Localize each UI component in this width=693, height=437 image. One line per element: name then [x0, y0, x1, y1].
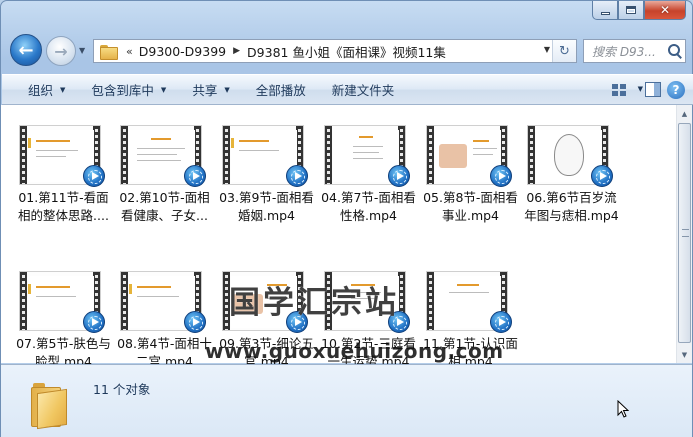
share-button[interactable]: 共享 ▼	[179, 75, 242, 104]
scrollbar-thumb[interactable]	[678, 123, 691, 343]
file-item[interactable]: 06.第6节百岁流 年图与痣相.mp4	[521, 125, 622, 245]
scroll-up-icon[interactable]: ▲	[677, 105, 692, 122]
details-pane: 11 个对象	[1, 364, 692, 437]
file-name: 05.第8节-面相看 事业.mp4	[423, 190, 518, 223]
play-all-label: 全部播放	[255, 83, 306, 98]
scroll-down-icon[interactable]: ▼	[677, 346, 692, 363]
chevron-down-icon: ▼	[160, 85, 167, 94]
search-icon[interactable]	[665, 41, 685, 61]
file-name: 06.第6节百岁流 年图与痣相.mp4	[524, 190, 619, 223]
organize-label: 组织	[28, 83, 54, 98]
media-player-icon	[490, 165, 512, 187]
media-player-icon	[286, 165, 308, 187]
command-bar: 组织 ▼ 包含到库中 ▼ 共享 ▼ 全部播放 新建文件夹 ▼ ?	[2, 74, 693, 105]
breadcrumb-item[interactable]: D9300-D9399	[139, 44, 226, 59]
chevron-down-icon: ▼	[60, 85, 66, 94]
forward-button[interactable]: →	[46, 36, 76, 66]
folder-icon	[100, 44, 118, 60]
file-name: 04.第7节-面相看 性格.mp4	[321, 190, 416, 223]
maximize-icon	[626, 6, 636, 14]
item-count: 11 个对象	[93, 382, 151, 397]
media-player-icon	[83, 311, 105, 333]
mouse-cursor-icon	[617, 400, 629, 418]
media-player-icon	[184, 165, 206, 187]
address-dropdown-icon[interactable]: ▼	[544, 45, 550, 54]
back-button[interactable]: ←	[10, 34, 42, 66]
folder-icon	[31, 383, 67, 430]
play-all-button[interactable]: 全部播放	[243, 75, 319, 104]
file-item[interactable]: 03.第9节-面相看 婚姻.mp4	[216, 125, 317, 245]
include-in-library-label: 包含到库中	[91, 83, 154, 98]
watermark-url: www.guoxuehuizong.com	[205, 339, 504, 363]
caption-buttons: ✕	[592, 1, 686, 21]
media-player-icon	[388, 165, 410, 187]
back-arrow-icon: ←	[18, 39, 34, 61]
breadcrumb-item[interactable]: D9381 鱼小姐《面相课》视频11集	[247, 42, 446, 61]
search-input[interactable]: 搜索 D93...	[592, 43, 665, 60]
search-box[interactable]: 搜索 D93...	[583, 39, 686, 63]
minimize-button[interactable]	[592, 1, 618, 20]
file-item[interactable]: 05.第8节-面相看 事业.mp4	[420, 125, 521, 245]
organize-button[interactable]: 组织 ▼	[2, 75, 78, 104]
address-bar[interactable]: « D9300-D9399 ▶ D9381 鱼小姐《面相课》视频11集 ▼ ↻	[93, 39, 577, 63]
watermark-text: 国学汇宗站	[229, 285, 399, 321]
close-button[interactable]: ✕	[644, 1, 686, 20]
file-item[interactable]: 02.第10节-面相 看健康、子女...	[114, 125, 215, 245]
forward-arrow-icon: →	[54, 41, 68, 61]
media-player-icon	[184, 311, 206, 333]
refresh-icon: ↻	[559, 43, 570, 59]
media-player-icon	[490, 311, 512, 333]
media-player-icon	[83, 165, 105, 187]
refresh-button[interactable]: ↻	[552, 40, 576, 62]
file-name: 02.第10节-面相 看健康、子女...	[119, 190, 210, 223]
file-item[interactable]: 01.第11节-看面 相的整体思路....	[13, 125, 114, 245]
view-options-icon[interactable]	[609, 81, 629, 99]
media-player-icon	[591, 165, 613, 187]
breadcrumb-overflow[interactable]: «	[126, 45, 133, 58]
file-list[interactable]: 01.第11节-看面 相的整体思路.... 02.第10节-面相 看健康、子女...…	[1, 105, 676, 369]
chevron-down-icon: ▼	[79, 46, 86, 55]
new-folder-button[interactable]: 新建文件夹	[319, 75, 408, 104]
share-label: 共享	[192, 83, 218, 98]
file-name: 03.第9节-面相看 婚姻.mp4	[219, 190, 314, 223]
view-dropdown-icon[interactable]: ▼	[638, 85, 643, 93]
breadcrumb-separator-icon[interactable]: ▶	[233, 46, 240, 56]
minimize-icon	[600, 11, 610, 15]
maximize-button[interactable]	[618, 1, 644, 20]
help-icon[interactable]: ?	[667, 81, 685, 99]
chevron-down-icon: ▼	[224, 85, 230, 94]
include-in-library-button[interactable]: 包含到库中 ▼	[78, 75, 179, 104]
recent-pages-dropdown[interactable]: ▼	[79, 46, 89, 56]
file-name: 01.第11节-看面 相的整体思路....	[18, 190, 109, 223]
preview-pane-icon[interactable]	[645, 82, 661, 97]
file-item[interactable]: 04.第7节-面相看 性格.mp4	[318, 125, 419, 245]
close-icon: ✕	[659, 3, 671, 17]
vertical-scrollbar[interactable]: ▲ ▼	[676, 105, 692, 363]
new-folder-label: 新建文件夹	[331, 83, 395, 98]
